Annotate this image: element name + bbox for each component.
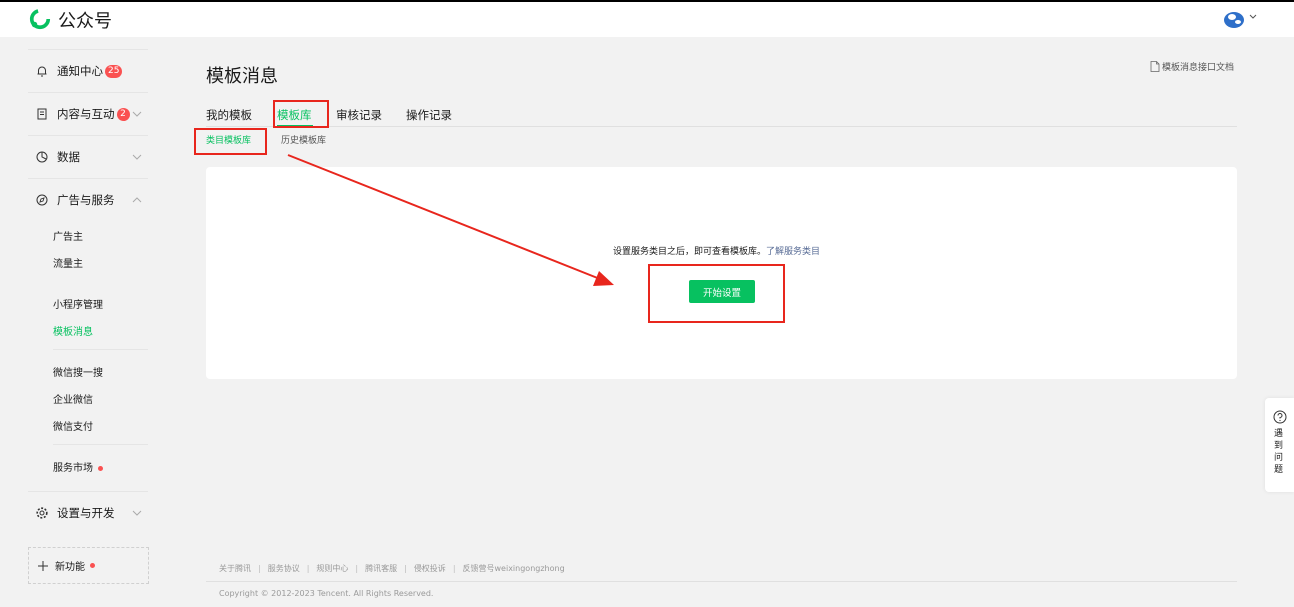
tab-my-templates[interactable]: 我的模板 xyxy=(206,107,252,123)
footer-link-terms[interactable]: 服务协议 xyxy=(268,564,300,573)
document-icon xyxy=(37,108,47,120)
notification-badge: 25 xyxy=(105,64,123,78)
sidebar-item-content[interactable]: 内容与互动 2 xyxy=(28,93,148,135)
footer-link-rules[interactable]: 规则中心 xyxy=(316,564,348,573)
sidebar-item-notification[interactable]: 通知中心 25 xyxy=(28,50,148,92)
footer-separator: | xyxy=(404,564,407,573)
footer-separator: | xyxy=(355,564,359,573)
chevron-down-icon xyxy=(132,510,142,516)
sidebar-item-data[interactable]: 数据 xyxy=(28,136,148,178)
pie-chart-icon xyxy=(36,151,48,163)
tab-operation-records[interactable]: 操作记录 xyxy=(406,107,452,123)
sidebar-item-label: 通知中心 xyxy=(57,64,103,78)
footer-link-feedback[interactable]: 反馈营号weixingongzhong xyxy=(463,564,565,573)
tab-review-records[interactable]: 审核记录 xyxy=(336,107,382,123)
footer-link-support[interactable]: 腾讯客服 xyxy=(365,564,397,573)
sidebar-item-label: 服务市场 xyxy=(53,463,93,474)
file-icon xyxy=(1150,61,1160,72)
new-dot xyxy=(90,563,95,568)
divider xyxy=(53,349,148,350)
sidebar-item-wechat-pay[interactable]: 微信支付 xyxy=(53,418,93,433)
chevron-down-icon[interactable] xyxy=(1248,12,1258,22)
new-features-label: 新功能 xyxy=(55,562,85,573)
sidebar-item-miniprogram[interactable]: 小程序管理 xyxy=(53,296,103,311)
top-bar: 公众号 xyxy=(0,2,1294,37)
sidebar-item-label: 设置与开发 xyxy=(57,506,115,520)
sidebar-item-wecom[interactable]: 企业微信 xyxy=(53,391,93,406)
footer-link-about[interactable]: 关于腾讯 xyxy=(219,564,251,573)
hint-text: 设置服务类目之后，即可查看模板库。 xyxy=(613,247,767,257)
question-icon xyxy=(1273,410,1287,424)
tabs-divider xyxy=(206,126,1237,127)
sidebar-item-ads[interactable]: 广告与服务 xyxy=(28,179,148,221)
footer-separator: | xyxy=(452,564,456,573)
subtab-history-library[interactable]: 历史模板库 xyxy=(281,133,326,146)
chevron-down-icon xyxy=(132,154,142,160)
sidebar-item-wechat-search[interactable]: 微信搜一搜 xyxy=(53,364,103,379)
sidebar-item-publisher[interactable]: 流量主 xyxy=(53,255,83,270)
annotation-box-tab xyxy=(273,100,329,128)
annotation-box-subtab xyxy=(194,128,267,155)
api-doc-link[interactable]: 模板消息接口文档 xyxy=(1150,60,1234,73)
sidebar-item-label: 广告与服务 xyxy=(57,193,115,207)
footer-separator: | xyxy=(306,564,310,573)
sidebar-item-label: 数据 xyxy=(57,150,80,164)
help-label: 遇到问题 xyxy=(1274,429,1284,475)
sidebar-item-settings[interactable]: 设置与开发 xyxy=(28,492,148,534)
sidebar-item-template-message[interactable]: 模板消息 xyxy=(53,323,93,338)
footer-separator: | xyxy=(258,564,261,573)
new-dot xyxy=(98,465,103,471)
logo-icon[interactable] xyxy=(29,8,51,30)
chevron-up-icon xyxy=(132,197,142,203)
footer-links: 关于腾讯 | 服务协议 | 规则中心 | 腾讯客服 | 侵权投诉 | 反馈营号weixingongz… xyxy=(219,563,565,574)
chevron-down-icon xyxy=(132,111,142,117)
sidebar-item-label: 内容与互动 xyxy=(57,107,115,121)
new-features-button[interactable]: 新功能 xyxy=(28,547,149,584)
bell-icon xyxy=(37,66,47,77)
copyright: Copyright © 2012-2023 Tencent. All Right… xyxy=(219,589,434,598)
footer-link-complaint[interactable]: 侵权投诉 xyxy=(414,564,446,573)
api-doc-label: 模板消息接口文档 xyxy=(1162,63,1235,73)
sidebar-item-advertiser[interactable]: 广告主 xyxy=(53,228,83,243)
plus-icon xyxy=(38,560,48,571)
sidebar-item-service-market[interactable]: 服务市场 xyxy=(53,459,103,474)
brand-title: 公众号 xyxy=(58,11,112,32)
empty-hint: 设置服务类目之后，即可查看模板库。了解服务类目 xyxy=(613,244,820,257)
compass-icon xyxy=(36,194,48,206)
divider xyxy=(53,444,148,445)
sidebar: 通知中心 25 内容与互动 2 数据 广告与服务 广告主 流量主 小程序管理 模… xyxy=(0,37,176,607)
page-title: 模板消息 xyxy=(206,66,278,87)
help-button[interactable]: 遇到问题 xyxy=(1265,398,1294,492)
gear-icon xyxy=(36,507,48,519)
avatar[interactable] xyxy=(1223,9,1245,29)
footer-divider xyxy=(206,581,1237,582)
content-badge: 2 xyxy=(116,107,130,121)
learn-service-category-link[interactable]: 了解服务类目 xyxy=(766,247,820,257)
annotation-box-button xyxy=(648,264,785,323)
